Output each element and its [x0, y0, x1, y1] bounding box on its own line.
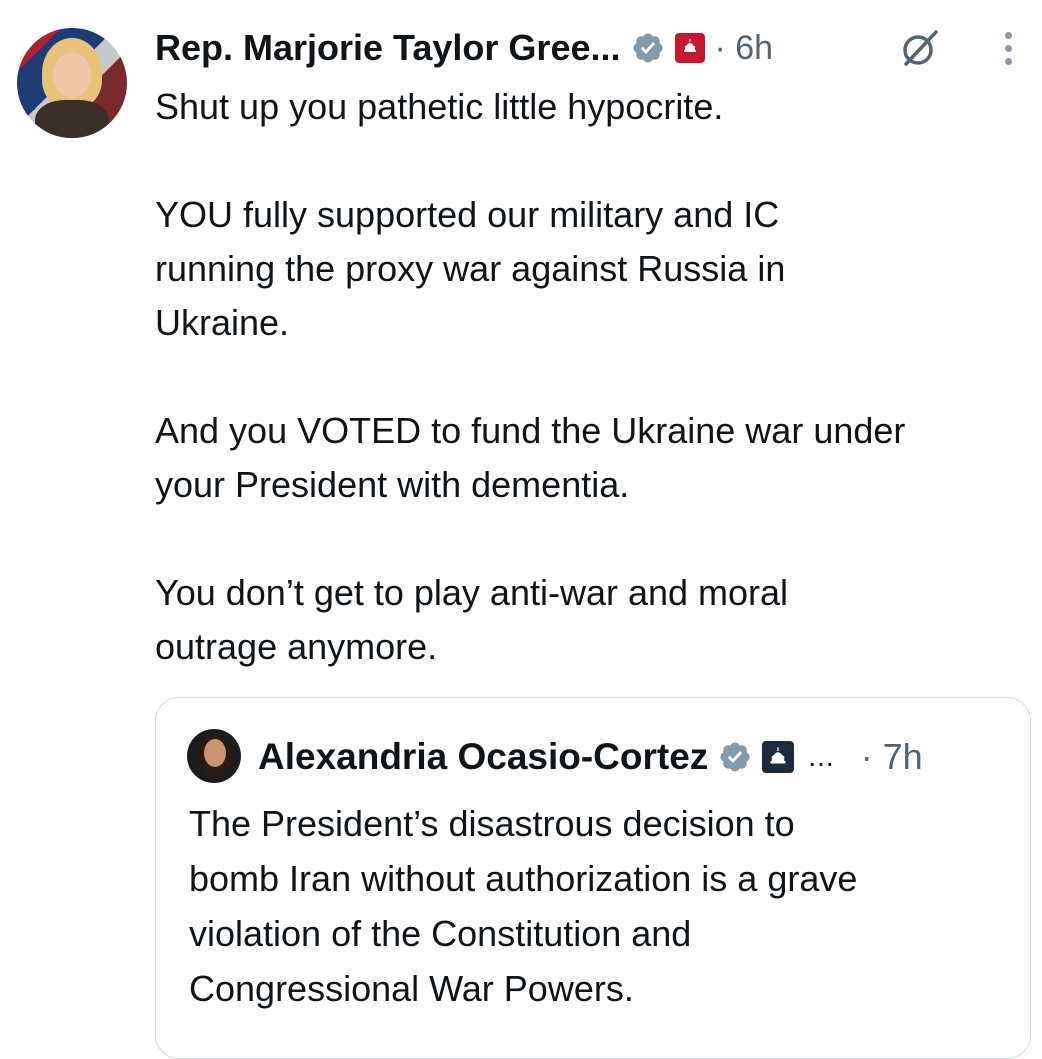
author-name[interactable]: Rep. Marjorie Taylor Gree...: [155, 27, 621, 69]
grok-icon[interactable]: [898, 26, 942, 70]
verified-badge-icon[interactable]: [718, 740, 752, 774]
quoted-tweet[interactable]: Alexandria Ocasio-Cortez ... · 7h The Pr…: [155, 697, 1031, 1059]
verified-badge-icon[interactable]: [631, 31, 665, 65]
quoted-tweet-text: The President’s disastrous decision to b…: [189, 803, 858, 1009]
paragraph: YOU fully supported our military and IC …: [155, 194, 786, 343]
quoted-tweet-timestamp[interactable]: · 7h: [861, 736, 923, 778]
quoted-author-avatar[interactable]: [187, 729, 241, 783]
tweet-timestamp[interactable]: · 6h: [715, 29, 774, 68]
more-options-icon[interactable]: [1000, 32, 1016, 72]
tweet[interactable]: Rep. Marjorie Taylor Gree... · 6h Shut u…: [0, 0, 1042, 1059]
tweet-text: Shut up you pathetic little hypocrite. Y…: [155, 80, 1035, 674]
truncation-ellipsis: ...: [808, 741, 835, 772]
us-capitol-icon[interactable]: [674, 33, 705, 63]
quoted-author-name[interactable]: Alexandria Ocasio-Cortez: [258, 736, 708, 778]
tweet-header: Rep. Marjorie Taylor Gree... · 6h: [155, 22, 773, 74]
quoted-tweet-header: Alexandria Ocasio-Cortez ... · 7h: [258, 728, 923, 786]
paragraph: Shut up you pathetic little hypocrite.: [155, 86, 724, 127]
us-capitol-icon[interactable]: [762, 741, 795, 773]
paragraph: And you VOTED to fund the Ukraine war un…: [155, 410, 906, 505]
paragraph: You don’t get to play anti-war and moral…: [155, 572, 789, 667]
author-avatar[interactable]: [17, 28, 127, 138]
